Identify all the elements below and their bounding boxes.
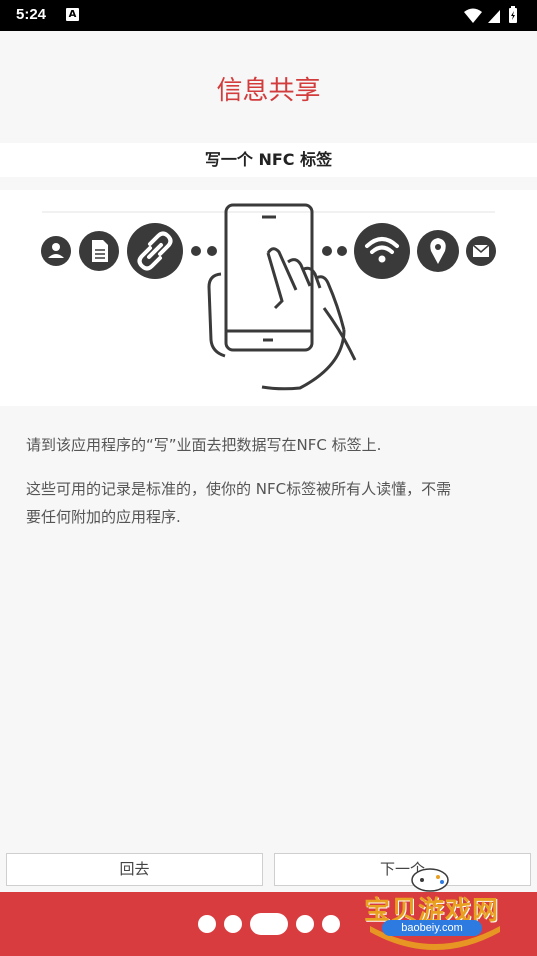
status-time: 5:24 — [16, 6, 47, 23]
nfc-illustration — [0, 190, 537, 406]
description-paragraph-1: 请到该应用程序的“写”业面去把数据写在NFC 标签上. — [26, 436, 382, 454]
description-paragraph-2: 这些可用的记录是标准的，使你的 NFC标签被所有人读懂，不需 要任何附加的应用程… — [26, 475, 511, 531]
watermark: 宝贝游戏网 baobeiy.com — [360, 862, 510, 954]
status-bar: 5:24 A — [0, 0, 537, 31]
pager-dot-active[interactable] — [250, 913, 288, 935]
pager-dot[interactable] — [322, 915, 340, 933]
watermark-url: baobeiy.com — [382, 920, 482, 936]
phone-hand-icon — [207, 203, 357, 391]
subtitle-bar: 写一个 NFC 标签 — [0, 143, 537, 177]
link-icon — [127, 223, 183, 279]
subtitle-text: 写一个 NFC 标签 — [204, 150, 333, 169]
pager-dot[interactable] — [296, 915, 314, 933]
pager-dot[interactable] — [198, 915, 216, 933]
pager-dot[interactable] — [224, 915, 242, 933]
location-icon — [417, 230, 459, 272]
status-icons — [464, 6, 517, 23]
wifi-icon — [354, 223, 410, 279]
signal-icon — [488, 10, 500, 23]
mail-icon — [466, 236, 496, 266]
notification-icon: A — [66, 8, 79, 21]
gamepad-icon — [411, 868, 449, 892]
contact-icon — [41, 236, 71, 266]
description-line-1: 这些可用的记录是标准的，使你的 NFC标签被所有人读懂，不需 — [26, 480, 452, 498]
document-icon — [79, 231, 119, 271]
back-button[interactable]: 回去 — [6, 853, 263, 886]
page-title: 信息共享 — [216, 76, 321, 106]
wifi-status-icon — [464, 8, 482, 23]
description-line-2: 要任何附加的应用程序. — [26, 508, 181, 526]
